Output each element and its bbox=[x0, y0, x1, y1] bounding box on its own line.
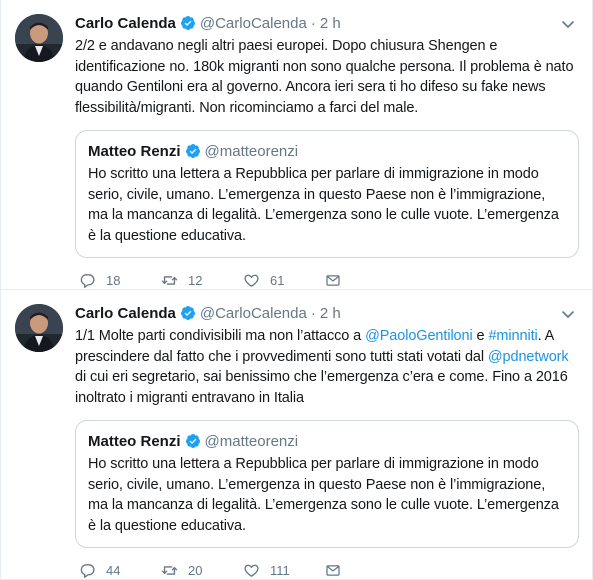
tweet[interactable]: Carlo Calenda @CarloCalenda · 2 h 1/1 Mo… bbox=[1, 290, 592, 580]
timeline: Carlo Calenda @CarloCalenda · 2 h 2/2 e … bbox=[0, 0, 593, 580]
reply-button[interactable]: 44 bbox=[75, 562, 157, 579]
separator: · bbox=[310, 304, 316, 322]
like-button[interactable]: 111 bbox=[239, 562, 321, 579]
chevron-down-icon[interactable] bbox=[560, 16, 576, 32]
retweet-count: 20 bbox=[188, 562, 203, 578]
verified-badge-icon bbox=[185, 143, 201, 159]
verified-badge-icon bbox=[180, 305, 196, 321]
quoted-tweet-header: Matteo Renzi @matteorenzi bbox=[88, 431, 566, 451]
quoted-author-name: Matteo Renzi bbox=[88, 142, 181, 160]
mention-link[interactable]: @PaoloGentiloni bbox=[365, 328, 473, 344]
retweet-icon bbox=[161, 275, 178, 285]
author-handle[interactable]: @CarloCalenda bbox=[200, 305, 307, 322]
reply-count: 18 bbox=[106, 272, 121, 288]
tweet-text: 1/1 Molte parti condivisibili ma non l’a… bbox=[75, 326, 578, 408]
reply-count: 44 bbox=[106, 562, 121, 578]
reply-icon bbox=[80, 273, 95, 288]
direct-message-icon bbox=[326, 274, 340, 286]
quoted-author-name: Matteo Renzi bbox=[88, 432, 181, 450]
quoted-author-handle: @matteorenzi bbox=[204, 432, 299, 450]
author-name[interactable]: Carlo Calenda bbox=[75, 305, 176, 322]
quoted-tweet-text: Ho scritto una lettera a Repubblica per … bbox=[88, 166, 559, 244]
direct-message-button[interactable] bbox=[321, 562, 351, 579]
tweet[interactable]: Carlo Calenda @CarloCalenda · 2 h 2/2 e … bbox=[1, 0, 592, 290]
tweet-actions: 18 12 61 bbox=[75, 270, 578, 290]
quoted-tweet-header: Matteo Renzi @matteorenzi bbox=[88, 141, 566, 161]
author-handle[interactable]: @CarloCalenda bbox=[200, 15, 307, 32]
tweet-text-part: e bbox=[472, 328, 489, 344]
author-name[interactable]: Carlo Calenda bbox=[75, 15, 176, 32]
verified-badge-icon bbox=[180, 15, 196, 31]
tweet-header: Carlo Calenda @CarloCalenda · 2 h bbox=[75, 12, 578, 34]
quoted-author-handle: @matteorenzi bbox=[204, 142, 299, 160]
reply-button[interactable]: 18 bbox=[75, 272, 157, 289]
chevron-down-icon[interactable] bbox=[560, 306, 576, 322]
like-count: 61 bbox=[270, 272, 285, 288]
direct-message-button[interactable] bbox=[321, 272, 351, 289]
avatar-image bbox=[15, 304, 63, 352]
timestamp[interactable]: 2 h bbox=[320, 305, 341, 322]
quoted-tweet-text: Ho scritto una lettera a Repubblica per … bbox=[88, 456, 559, 534]
timestamp[interactable]: 2 h bbox=[320, 15, 341, 32]
retweet-button[interactable]: 12 bbox=[157, 272, 239, 289]
avatar[interactable] bbox=[15, 14, 63, 62]
avatar[interactable] bbox=[15, 304, 63, 352]
heart-icon bbox=[244, 564, 259, 577]
hashtag-link[interactable]: #minniti bbox=[488, 328, 537, 344]
quoted-tweet[interactable]: Matteo Renzi @matteorenzi Ho scritto una… bbox=[75, 130, 579, 258]
tweet-text-part: 1/1 Molte parti condivisibili ma non l’a… bbox=[75, 328, 366, 344]
tweet-text-part: di cui eri segretario, sai benissimo che… bbox=[75, 369, 568, 406]
tweet-header: Carlo Calenda @CarloCalenda · 2 h bbox=[75, 302, 578, 324]
direct-message-icon bbox=[326, 564, 340, 576]
retweet-count: 12 bbox=[188, 272, 203, 288]
quoted-tweet[interactable]: Matteo Renzi @matteorenzi Ho scritto una… bbox=[75, 420, 579, 548]
separator: · bbox=[310, 14, 316, 32]
verified-badge-icon bbox=[185, 433, 201, 449]
avatar-image bbox=[15, 14, 63, 62]
tweet-actions: 44 20 111 bbox=[75, 560, 578, 580]
retweet-icon bbox=[161, 565, 178, 575]
like-button[interactable]: 61 bbox=[239, 272, 321, 289]
reply-icon bbox=[80, 563, 95, 578]
retweet-button[interactable]: 20 bbox=[157, 562, 239, 579]
mention-link[interactable]: @pdnetwork bbox=[488, 349, 569, 365]
tweet-text-part: 2/2 e andavano negli altri paesi europei… bbox=[75, 38, 574, 116]
tweet-text: 2/2 e andavano negli altri paesi europei… bbox=[75, 36, 578, 118]
like-count: 111 bbox=[270, 562, 290, 578]
heart-icon bbox=[244, 274, 259, 287]
